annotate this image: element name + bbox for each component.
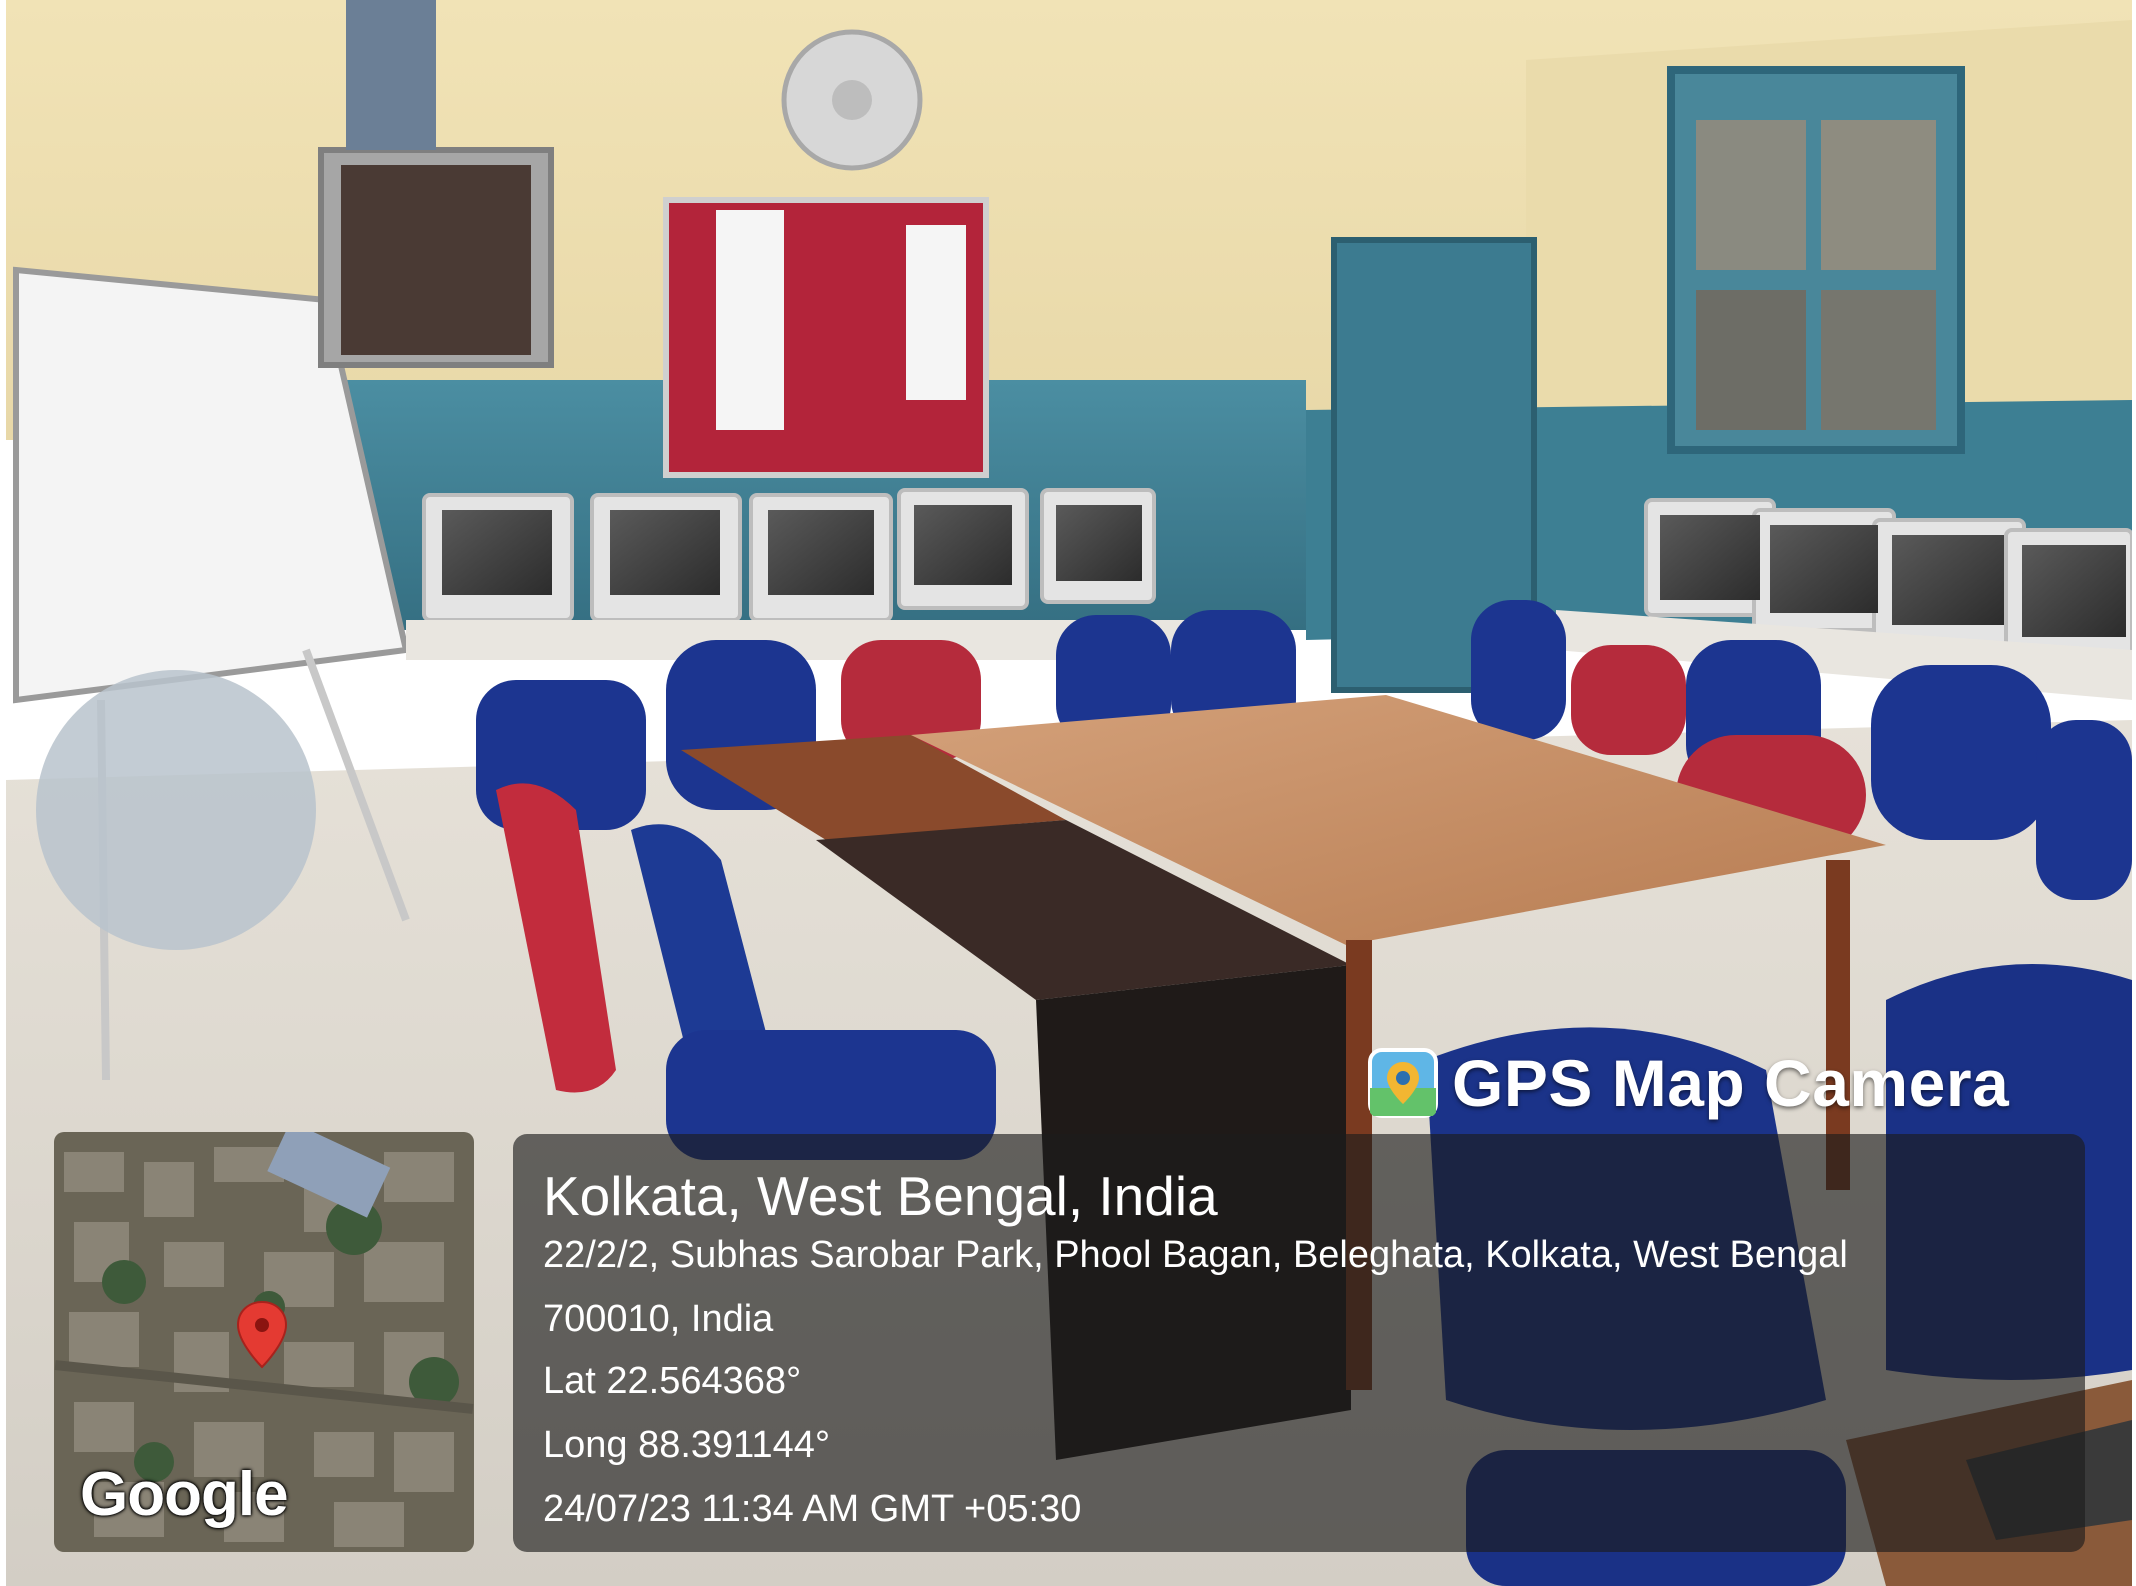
longitude-text: Long 88.391144°	[543, 1424, 831, 1466]
satellite-minimap: Google	[54, 1132, 474, 1552]
map-pin-camera-icon	[1368, 1048, 1438, 1118]
google-logo: Google	[80, 1460, 289, 1529]
badge-label: GPS Map Camera	[1452, 1046, 2010, 1120]
location-info-panel: Kolkata, West Bengal, India 22/2/2, Subh…	[513, 1134, 2085, 1552]
photo-stage: GPS Map Camera Google Kolkata, West Beng…	[0, 0, 2136, 1586]
latitude-text: Lat 22.564368°	[543, 1360, 802, 1402]
address-line-1: 22/2/2, Subhas Sarobar Park, Phool Bagan…	[543, 1234, 1848, 1276]
gps-map-camera-badge: GPS Map Camera	[1368, 1040, 2009, 1126]
location-title: Kolkata, West Bengal, India	[543, 1165, 1218, 1227]
timestamp-text: 24/07/23 11:34 AM GMT +05:30	[543, 1488, 1082, 1530]
address-line-2: 700010, India	[543, 1298, 774, 1340]
